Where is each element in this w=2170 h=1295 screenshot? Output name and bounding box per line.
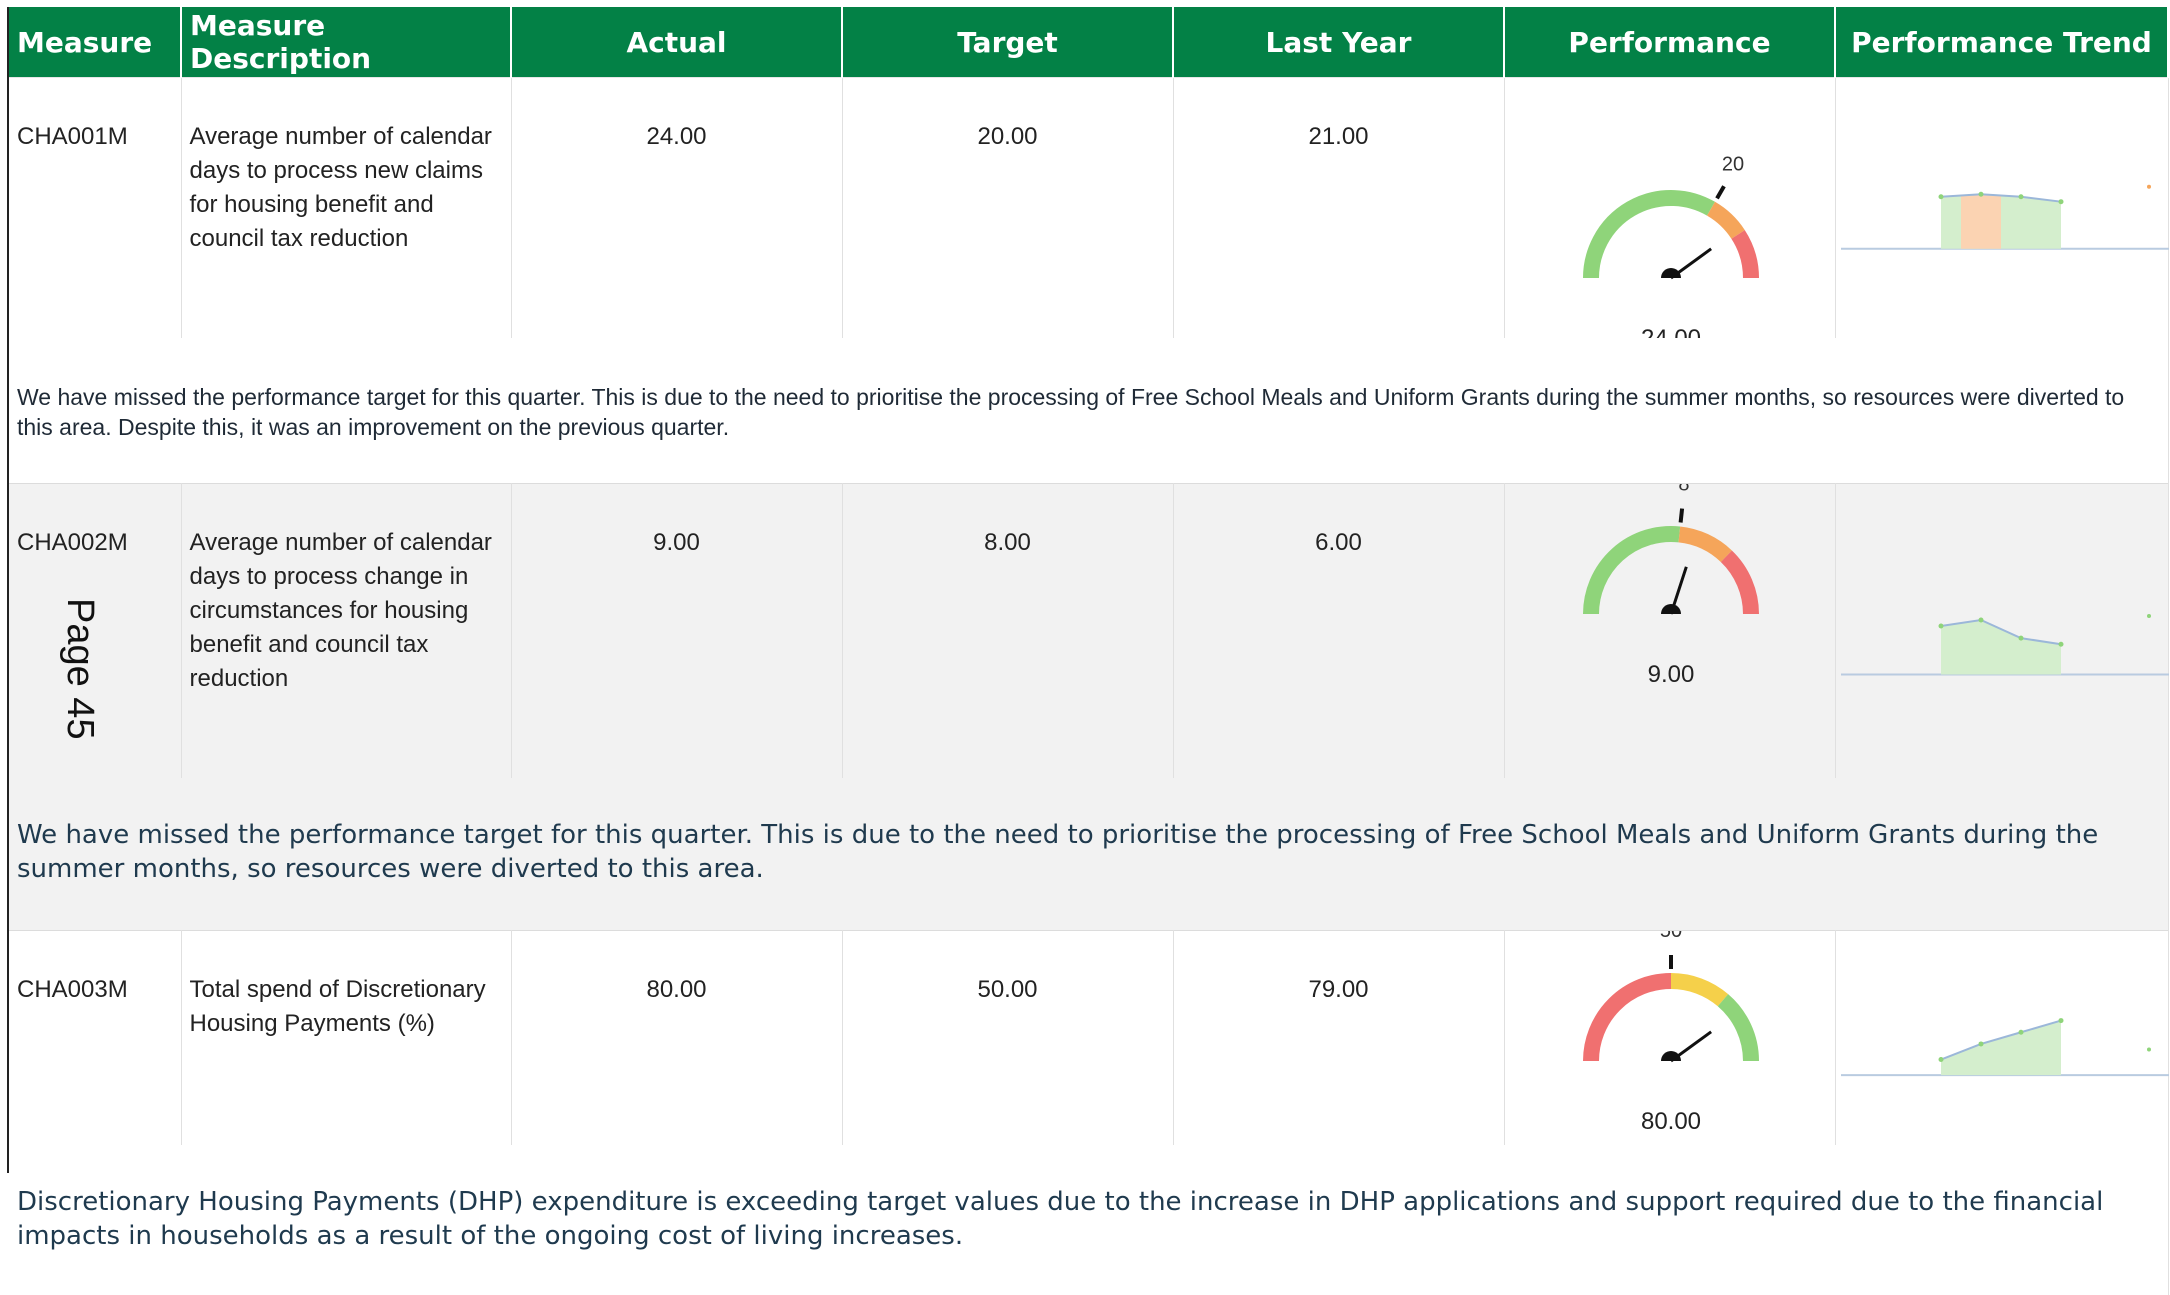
target-value: 20.00 bbox=[842, 77, 1174, 338]
header-description[interactable]: Measure Description bbox=[181, 7, 512, 78]
actual-value: 24.00 bbox=[511, 77, 843, 338]
trend-point bbox=[1978, 1041, 1983, 1047]
trend-point bbox=[2018, 1029, 2023, 1035]
performance-gauge: 8 9.00 bbox=[1504, 483, 1836, 778]
gauge-band bbox=[1670, 973, 1728, 1007]
actual-value: 9.00 bbox=[511, 483, 843, 778]
target-tick bbox=[1678, 508, 1684, 523]
trend-svg bbox=[1840, 184, 2169, 250]
trend-point bbox=[2018, 194, 2023, 200]
page-number-label: Page 45 bbox=[59, 598, 101, 740]
gauge-band bbox=[1677, 526, 1732, 563]
gauge-band bbox=[1582, 190, 1715, 279]
trend-point bbox=[2058, 199, 2063, 205]
last-year-value: 21.00 bbox=[1173, 77, 1505, 338]
header-performance[interactable]: Performance bbox=[1504, 7, 1836, 78]
gauge-svg: 89.00 bbox=[1582, 484, 1759, 688]
needle-hub bbox=[1660, 268, 1681, 278]
trend-svg bbox=[1840, 1018, 2169, 1077]
target-value: 50.00 bbox=[842, 930, 1174, 1145]
comment-text: We have missed the performance target fo… bbox=[17, 384, 2125, 440]
trend-area bbox=[1940, 1020, 2061, 1076]
table-row: CHA001M Average number of calendar days … bbox=[9, 77, 2169, 338]
performance-gauge: 20 24.00 bbox=[1504, 77, 1836, 338]
last-year-value: 6.00 bbox=[1173, 483, 1505, 778]
table-row: CHA003M Total spend of Discretionary Hou… bbox=[9, 930, 2169, 1145]
trend-target-marker bbox=[2146, 614, 2151, 619]
header-performance-trend[interactable]: Performance Trend bbox=[1835, 7, 2169, 78]
trend-svg bbox=[1840, 614, 2169, 676]
performance-table: Measure Measure Description Actual Targe… bbox=[9, 7, 2169, 1295]
gauge-svg: 50 80.00 bbox=[1582, 931, 1759, 1135]
last-year-value: 79.00 bbox=[1173, 930, 1505, 1145]
header-measure[interactable]: Measure bbox=[9, 7, 182, 78]
trend-point bbox=[2058, 641, 2063, 647]
table-header-row: Measure Measure Description Actual Targe… bbox=[9, 7, 2169, 78]
trend-point bbox=[1938, 1057, 1943, 1063]
comment-row: Discretionary Housing Payments (DHP) exp… bbox=[9, 1145, 2169, 1295]
performance-trend-chart bbox=[1835, 483, 2169, 778]
needle-hub bbox=[1660, 604, 1681, 614]
gauge-value-label: 9.00 bbox=[1647, 661, 1694, 688]
comment-row: We have missed the performance target fo… bbox=[9, 778, 2169, 931]
performance-gauge: 50 80.00 bbox=[1504, 930, 1836, 1145]
header-target[interactable]: Target bbox=[842, 7, 1174, 78]
target-label: 50 bbox=[1659, 931, 1681, 942]
gauge-value-label: 80.00 bbox=[1640, 1108, 1700, 1135]
gauge-band bbox=[1582, 526, 1680, 615]
comment-text: Discretionary Housing Payments (DHP) exp… bbox=[17, 1187, 2104, 1251]
trend-point bbox=[2018, 635, 2023, 641]
gauge-band bbox=[1717, 994, 1759, 1062]
gauge-band bbox=[1720, 550, 1759, 615]
actual-value: 80.00 bbox=[511, 930, 843, 1145]
measure-code: CHA003M bbox=[9, 930, 182, 1145]
gauge-value-label: 24.00 bbox=[1640, 325, 1700, 338]
trend-target-marker bbox=[2146, 184, 2151, 189]
performance-trend-chart bbox=[1835, 77, 2169, 338]
trend-point bbox=[1978, 617, 1983, 623]
target-label: 8 bbox=[1678, 484, 1689, 496]
target-value: 8.00 bbox=[842, 483, 1174, 778]
trend-point bbox=[1978, 191, 1983, 197]
gauge-band bbox=[1706, 201, 1745, 240]
target-label: 20 bbox=[1721, 154, 1743, 176]
measure-description: Total spend of Discretionary Housing Pay… bbox=[181, 930, 512, 1145]
measure-description: Average number of calendar days to proce… bbox=[181, 483, 512, 778]
comment-text: We have missed the performance target fo… bbox=[17, 820, 2099, 884]
measure-code: CHA001M bbox=[9, 77, 182, 338]
trend-target-marker bbox=[2146, 1047, 2151, 1052]
trend-point bbox=[1938, 194, 1943, 200]
table-row: CHA002M Average number of calendar days … bbox=[9, 483, 2169, 778]
header-actual[interactable]: Actual bbox=[511, 7, 843, 78]
gauge-band bbox=[1730, 230, 1759, 279]
target-tick bbox=[1714, 185, 1726, 200]
gauge-band bbox=[1582, 973, 1671, 1062]
needle-hub bbox=[1660, 1051, 1681, 1061]
trend-highlight bbox=[1960, 194, 2001, 249]
gauge-svg: 20 24.00 bbox=[1582, 154, 1759, 338]
trend-point bbox=[2058, 1018, 2063, 1024]
measure-description: Average number of calendar days to proce… bbox=[181, 77, 512, 338]
performance-trend-chart bbox=[1835, 930, 2169, 1145]
trend-point bbox=[1938, 623, 1943, 629]
header-last-year[interactable]: Last Year bbox=[1173, 7, 1505, 78]
comment-row: We have missed the performance target fo… bbox=[9, 338, 2169, 484]
